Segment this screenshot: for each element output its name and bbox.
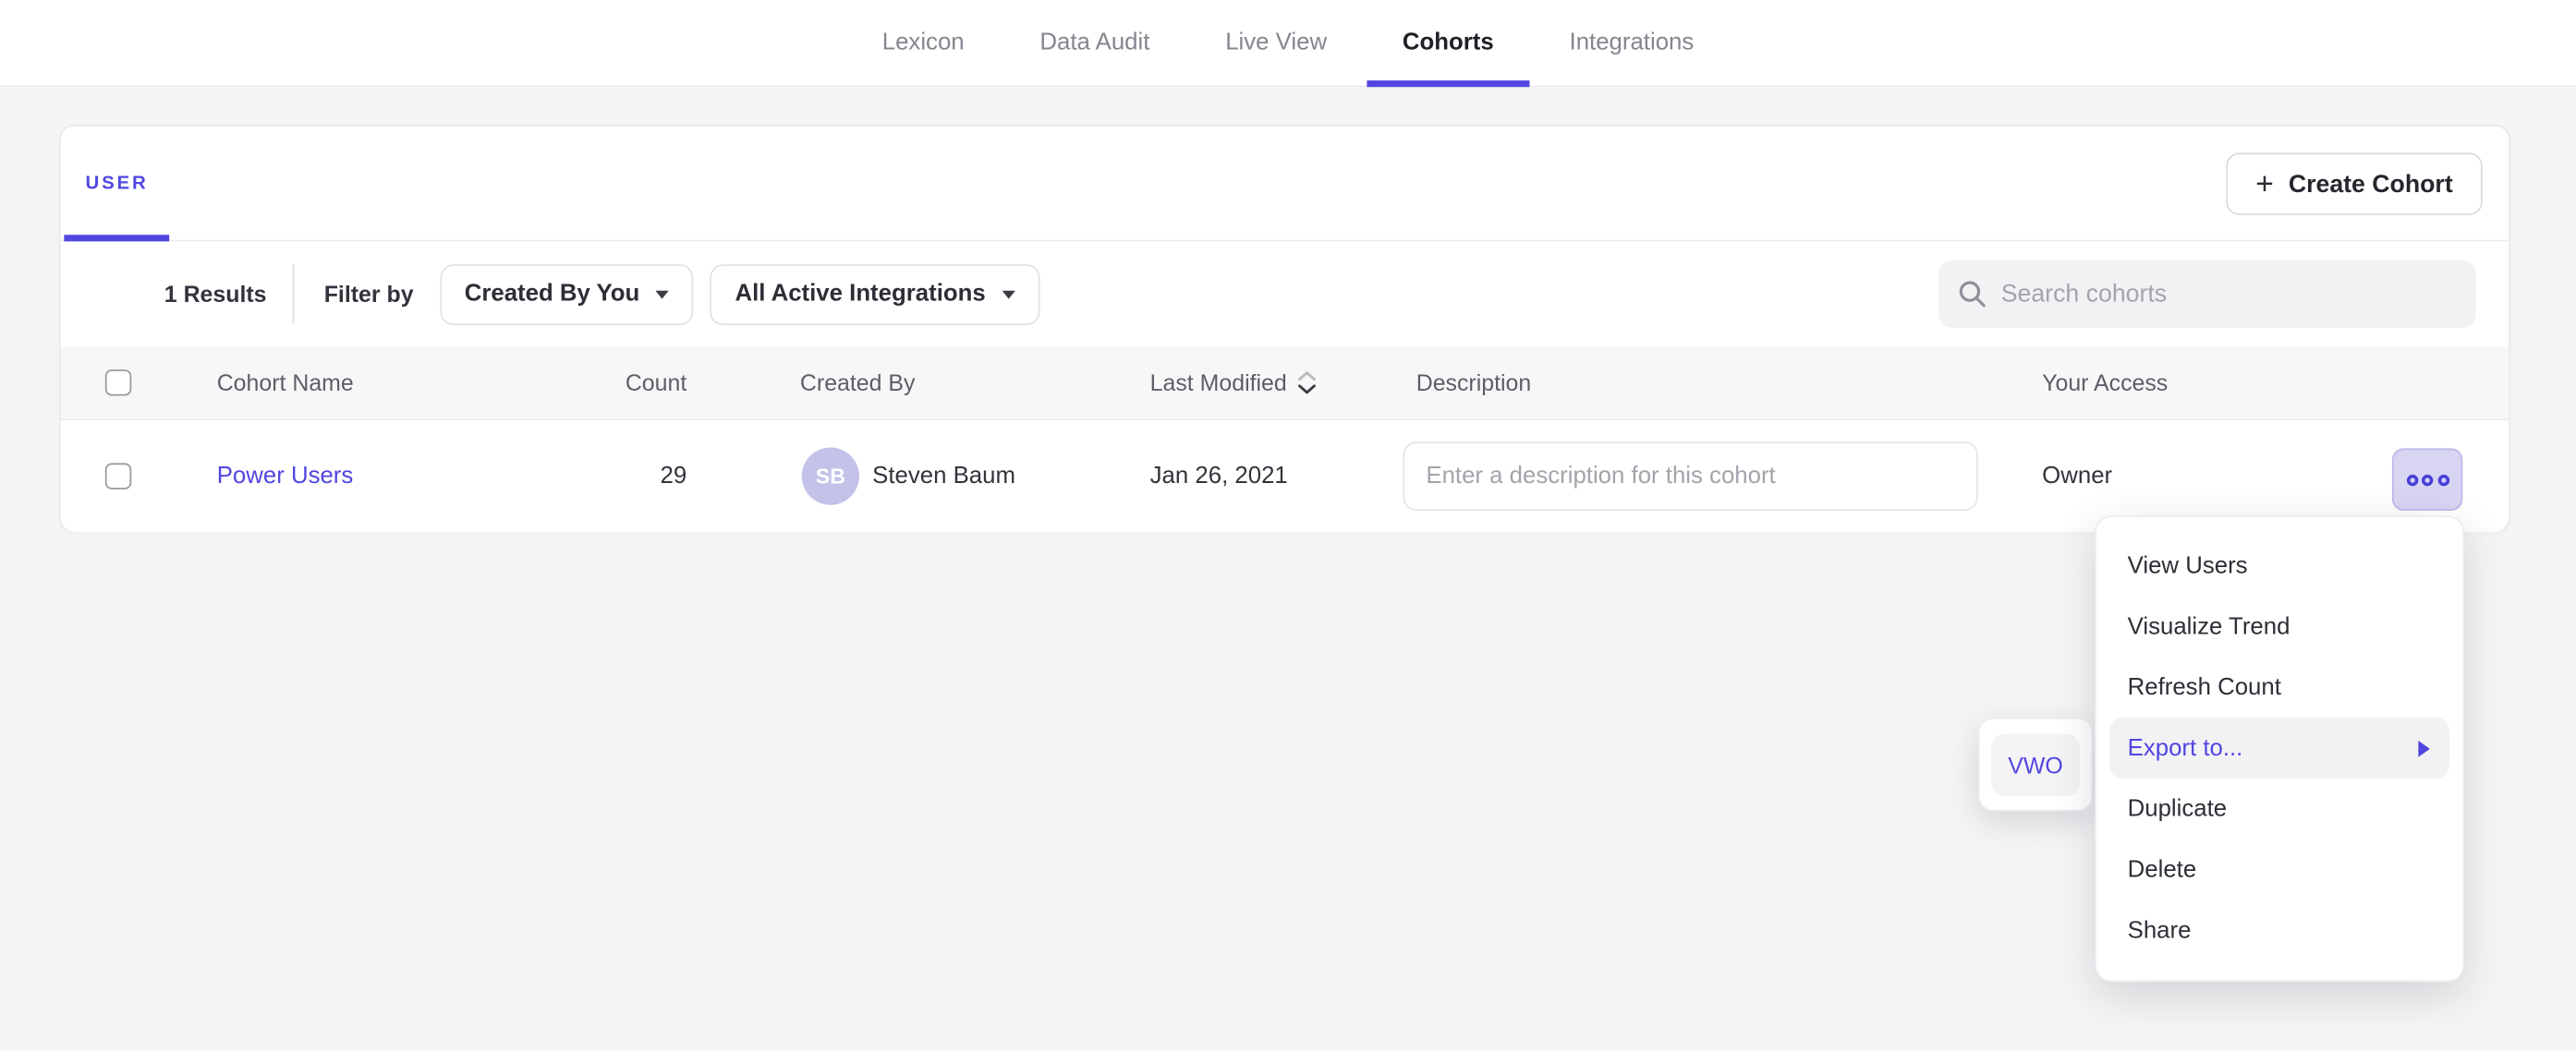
page: Lexicon Data Audit Live View Cohorts Int… xyxy=(0,0,2576,1051)
description-input[interactable] xyxy=(1403,441,1977,511)
column-header-your-access: Your Access xyxy=(2042,369,2168,395)
table-header: Cohort Name Count Created By Last Modifi… xyxy=(61,346,2509,420)
avatar: SB xyxy=(802,448,859,505)
chevron-down-icon xyxy=(1002,290,1015,298)
row-actions-button[interactable] xyxy=(2392,448,2462,511)
filter-by-label: Filter by xyxy=(324,281,414,307)
chevron-down-icon xyxy=(656,290,669,298)
menu-item-visualize-trend[interactable]: Visualize Trend xyxy=(2096,596,2463,657)
results-count: 1 Results xyxy=(164,281,267,307)
three-dots-icon xyxy=(2422,474,2433,485)
cohorts-panel: USER + Create Cohort 1 Results Filter by… xyxy=(59,125,2510,532)
active-tab-underline xyxy=(1367,80,1530,87)
integrations-filter-value: All Active Integrations xyxy=(735,281,985,307)
active-user-tab-underline xyxy=(64,235,169,241)
create-cohort-button[interactable]: + Create Cohort xyxy=(2226,152,2483,215)
column-header-last-modified[interactable]: Last Modified xyxy=(1150,369,1317,395)
column-header-last-modified-label: Last Modified xyxy=(1150,369,1287,395)
submenu-arrow-icon xyxy=(2418,740,2429,756)
row-actions-menu: View Users Visualize Trend Refresh Count… xyxy=(2095,515,2464,982)
menu-item-refresh-count[interactable]: Refresh Count xyxy=(2096,657,2463,718)
menu-item-delete[interactable]: Delete xyxy=(2096,840,2463,900)
export-submenu: VWO xyxy=(1978,718,2093,811)
menu-item-export-to[interactable]: Export to... xyxy=(2109,718,2449,779)
create-cohort-label: Create Cohort xyxy=(2289,170,2453,198)
column-header-description: Description xyxy=(1416,369,1532,395)
cohort-count: 29 xyxy=(553,463,687,489)
menu-item-share[interactable]: Share xyxy=(2096,900,2463,960)
tab-user-label: USER xyxy=(85,174,148,193)
nav-tab-integrations[interactable]: Integrations xyxy=(1533,0,1730,85)
submenu-item-vwo[interactable]: VWO xyxy=(1991,733,2080,796)
nav-tab-live-view[interactable]: Live View xyxy=(1189,0,1363,85)
cohort-name-link[interactable]: Power Users xyxy=(217,463,354,489)
nav-tab-data-audit[interactable]: Data Audit xyxy=(1003,0,1185,85)
row-checkbox[interactable] xyxy=(105,463,131,489)
sort-icon[interactable] xyxy=(1298,371,1317,394)
menu-item-export-to-label: Export to... xyxy=(2128,735,2243,761)
vertical-divider xyxy=(293,264,295,323)
access-level: Owner xyxy=(2042,463,2112,489)
filter-toolbar: 1 Results Filter by Created By You All A… xyxy=(61,241,2509,346)
last-modified-date: Jan 26, 2021 xyxy=(1150,463,1288,489)
plus-icon: + xyxy=(2255,168,2274,199)
app-viewport: Lexicon Data Audit Live View Cohorts Int… xyxy=(0,0,2576,1051)
search-input[interactable] xyxy=(2001,280,2457,308)
three-dots-icon xyxy=(2437,474,2448,485)
nav-tab-cohorts[interactable]: Cohorts xyxy=(1367,0,1530,85)
panel-header: USER + Create Cohort xyxy=(61,127,2509,241)
created-by-name: Steven Baum xyxy=(872,463,1015,489)
created-by-filter-dropdown[interactable]: Created By You xyxy=(440,263,694,324)
nav-tab-cohorts-label: Cohorts xyxy=(1403,30,1494,55)
created-by-filter-value: Created By You xyxy=(465,281,640,307)
menu-item-duplicate[interactable]: Duplicate xyxy=(2096,779,2463,840)
three-dots-icon xyxy=(2406,474,2417,485)
select-all-checkbox[interactable] xyxy=(105,369,131,395)
column-header-cohort-name: Cohort Name xyxy=(217,369,354,395)
nav-tab-lexicon[interactable]: Lexicon xyxy=(846,0,1001,85)
menu-item-view-users[interactable]: View Users xyxy=(2096,536,2463,597)
column-header-count: Count xyxy=(553,369,687,395)
column-header-created-by: Created By xyxy=(800,369,916,395)
search-cohorts-box[interactable] xyxy=(1938,260,2475,328)
integrations-filter-dropdown[interactable]: All Active Integrations xyxy=(711,263,1040,324)
nav-tabs: Lexicon Data Audit Live View Cohorts Int… xyxy=(0,0,2576,85)
tab-user[interactable]: USER xyxy=(64,127,169,240)
search-icon xyxy=(1958,280,1986,308)
top-navigation: Lexicon Data Audit Live View Cohorts Int… xyxy=(0,0,2576,87)
